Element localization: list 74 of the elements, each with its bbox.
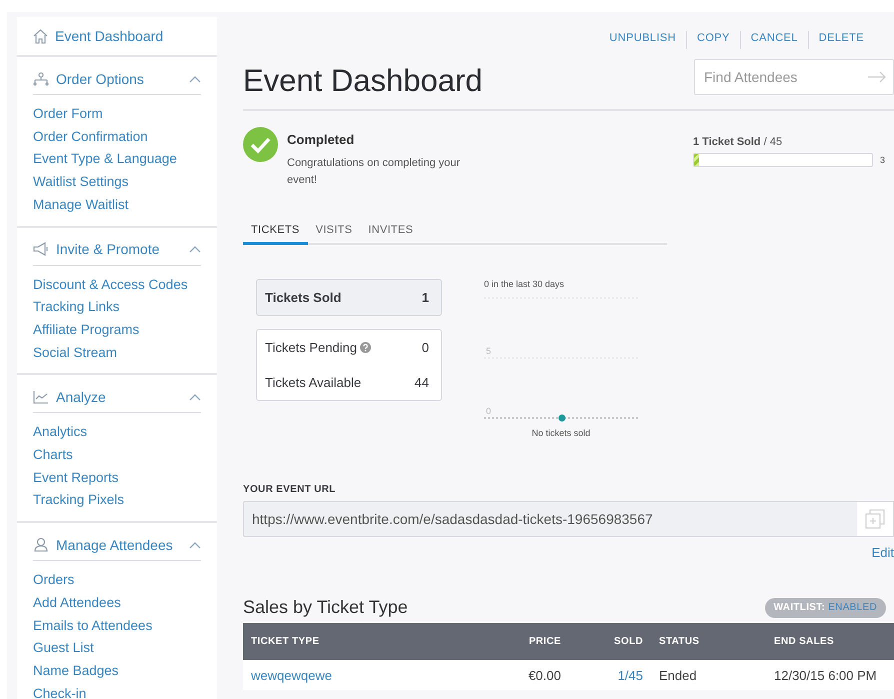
status-message: Congratulations on completing your event! [287, 156, 462, 188]
sidebar-link[interactable]: Event Reports [33, 466, 201, 490]
chart-caption: No tickets sold [530, 428, 592, 438]
chevron-up-icon [189, 540, 201, 549]
sidebar-link[interactable]: Check-in [33, 682, 201, 699]
section-title: Sales by Ticket Type [243, 597, 408, 618]
status-title: Completed [287, 132, 356, 147]
chevron-up-icon [189, 245, 201, 254]
sidebar-section-header[interactable]: Manage Attendees [33, 523, 201, 562]
stat-label: Tickets Sold [265, 290, 342, 305]
sidebar-section-header[interactable]: Analyze [33, 375, 201, 414]
column-header: SOLD [569, 623, 651, 660]
sidebar-section-header[interactable]: Order Options [33, 57, 201, 95]
sidebar-link[interactable]: Name Badges [33, 660, 201, 683]
table-cell: 12/30/15 6:00 PM [766, 660, 894, 690]
y-tick-label: 0 [486, 406, 492, 416]
column-header: END SALES [766, 623, 894, 660]
tab[interactable]: VISITS [308, 224, 360, 245]
megaphone-icon [33, 242, 49, 256]
tickets-sold-summary: 1 Ticket Sold / 45 [693, 136, 784, 148]
y-tick-label: 5 [486, 346, 492, 356]
stat-value: 44 [414, 375, 429, 390]
column-header: PRICE [461, 623, 569, 660]
table-link[interactable]: 1/45 [569, 660, 651, 690]
stat-label: Tickets Available [265, 375, 362, 390]
search-field[interactable]: Find Attendees [694, 59, 894, 95]
sidebar-link[interactable]: Orders [33, 569, 201, 592]
header-action-link[interactable]: COPY [686, 31, 740, 49]
percent-label: 3 [880, 155, 885, 165]
sidebar-link[interactable]: Tracking Links [33, 296, 201, 319]
help-icon [360, 342, 372, 353]
sidebar-link[interactable]: Social Stream [33, 342, 201, 364]
table-cell: Ended [651, 660, 766, 690]
sidebar-link[interactable]: Waitlist Settings [33, 171, 201, 194]
chevron-up-icon [189, 74, 201, 82]
chevron-up-icon [189, 392, 201, 401]
sidebar-link[interactable]: Manage Waitlist [33, 194, 201, 217]
stat-value: 0 [422, 340, 429, 355]
sidebar-item[interactable]: Event Dashboard [17, 17, 217, 57]
sidebar-link[interactable]: Analytics [33, 421, 201, 444]
sidebar-link[interactable]: Charts [33, 444, 201, 467]
sidebar-link[interactable]: Discount & Access Codes [33, 274, 201, 296]
column-header: STATUS [651, 623, 766, 660]
url-label: YOUR EVENT URL [243, 484, 337, 495]
stat-label: Tickets Pending [265, 340, 358, 355]
person-badge-icon [33, 537, 49, 552]
stat-value: 1 [422, 290, 429, 305]
home-icon [33, 28, 48, 44]
sidebar-link[interactable]: Affiliate Programs [33, 318, 201, 342]
sidebar-link[interactable]: Event Type & Language [33, 148, 201, 172]
tab[interactable]: INVITES [360, 224, 422, 245]
page-title: Event Dashboard [243, 63, 483, 99]
chart-title: 0 in the last 30 days [484, 279, 566, 291]
sidebar-link[interactable]: Emails to Attendees [33, 614, 201, 638]
sidebar-link[interactable]: Order Confirmation [33, 126, 201, 148]
sidebar-link[interactable]: Guest List [33, 637, 201, 660]
sidebar-section-header[interactable]: Invite & Promote [33, 228, 201, 266]
line-chart-icon [33, 390, 49, 404]
arrow-right-icon [868, 71, 886, 83]
header-action-link[interactable]: UNPUBLISH [599, 31, 686, 49]
sidebar-link[interactable]: Add Attendees [33, 592, 201, 615]
header-action-link[interactable]: CANCEL [740, 31, 808, 49]
sidebar-link[interactable]: Order Form [33, 103, 201, 126]
tab[interactable]: TICKETS [243, 224, 308, 245]
column-header: TICKET TYPE [243, 623, 461, 660]
check-circle-icon [243, 127, 278, 162]
waitlist-badge[interactable]: WAITLIST: ENABLED [764, 598, 886, 618]
sidebar-link[interactable]: Tracking Pixels [33, 489, 201, 512]
data-point [558, 414, 566, 422]
people-network-icon [33, 72, 49, 86]
edit-link[interactable]: Edit [872, 545, 894, 560]
table-link[interactable]: wewqewqewe [243, 660, 461, 690]
header-action-link[interactable]: DELETE [808, 31, 874, 49]
table-cell: €0.00 [461, 660, 569, 690]
